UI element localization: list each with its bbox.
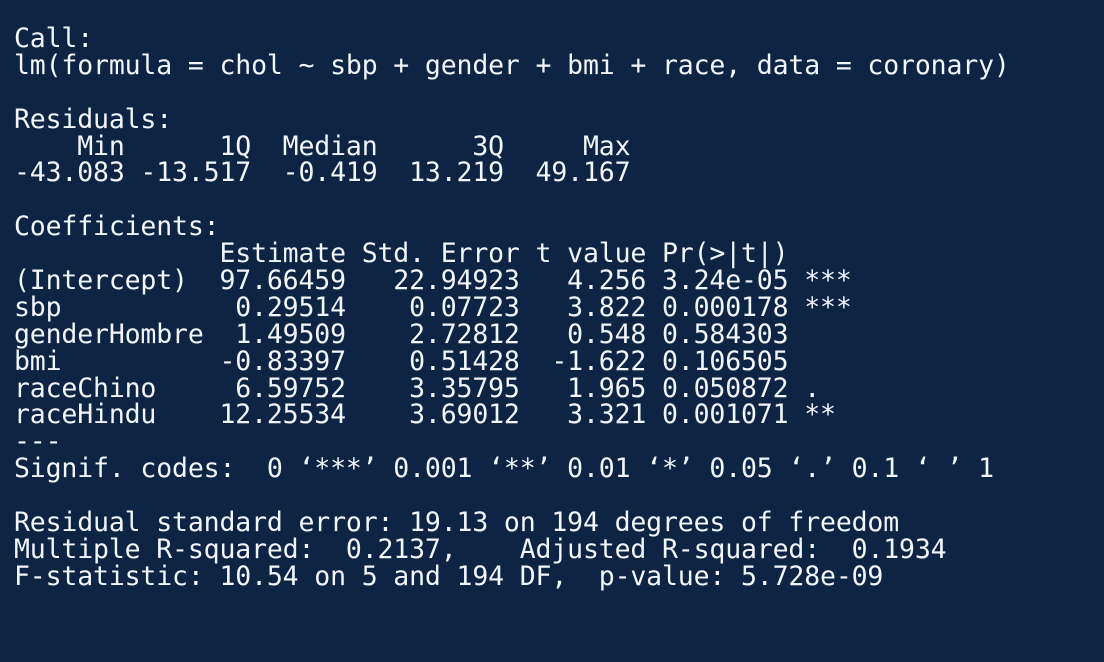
coefficients-label: Coefficients: (14, 211, 220, 243)
signif-codes: Signif. codes: 0 ‘***’ 0.001 ‘**’ 0.01 ‘… (14, 453, 994, 485)
coefficients-header: Estimate Std. Error t value Pr(>|t|) (14, 238, 852, 270)
coefficient-row-race-chino: raceChino 6.59752 3.35795 1.965 0.050872… (14, 372, 852, 404)
residuals-values: -43.083 -13.517 -0.419 13.219 49.167 (14, 157, 647, 189)
console-output: Call: lm(formula = chol ~ sbp + gender +… (14, 23, 1094, 646)
residuals-header: Min 1Q Median 3Q Max (14, 130, 647, 162)
coefficients-separator: --- (14, 426, 62, 458)
coefficient-row-race-hindu: raceHindu 12.25534 3.69012 3.321 0.00107… (14, 399, 852, 431)
coefficient-row-gender-hombre: genderHombre 1.49509 2.72812 0.548 0.584… (14, 318, 852, 350)
residual-standard-error: Residual standard error: 19.13 on 194 de… (14, 507, 900, 539)
coefficient-row-bmi: bmi -0.83397 0.51428 -1.622 0.106505 (14, 345, 852, 377)
coefficient-row-intercept: (Intercept) 97.66459 22.94923 4.256 3.24… (14, 265, 852, 297)
residuals-label: Residuals: (14, 103, 173, 135)
f-statistic-line: F-statistic: 10.54 on 5 and 194 DF, p-va… (14, 560, 884, 592)
call-formula: lm(formula = chol ~ sbp + gender + bmi +… (14, 49, 1010, 81)
call-label: Call: (14, 23, 94, 54)
r-squared-line: Multiple R-squared: 0.2137, Adjusted R-s… (14, 533, 963, 565)
coefficient-row-sbp: sbp 0.29514 0.07723 3.822 0.000178 *** (14, 291, 852, 323)
